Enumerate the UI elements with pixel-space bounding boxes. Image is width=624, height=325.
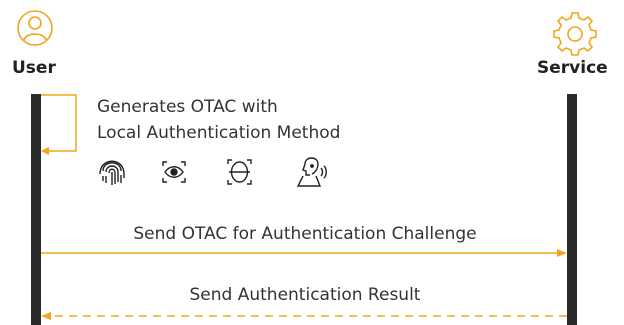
send-otac-label: Send OTAC for Authentication Challenge	[133, 224, 477, 244]
face-scan-icon	[227, 159, 252, 185]
send-otac-arrow	[41, 249, 567, 257]
service-label: Service	[537, 58, 608, 78]
eye-scan-icon	[162, 161, 186, 183]
sequence-diagram	[17, 10, 597, 325]
voice-icon	[296, 157, 327, 187]
fingerprint-icon	[99, 160, 125, 185]
send-result-label: Send Authentication Result	[189, 285, 421, 305]
self-loop-arrow	[41, 94, 77, 155]
user-icon	[17, 10, 53, 46]
local-step-line2: Local Authentication Method	[97, 123, 341, 143]
gear-icon	[553, 12, 597, 56]
send-result-arrow	[41, 312, 567, 320]
local-step-line1: Generates OTAC with	[97, 97, 278, 117]
user-label: User	[12, 58, 56, 78]
